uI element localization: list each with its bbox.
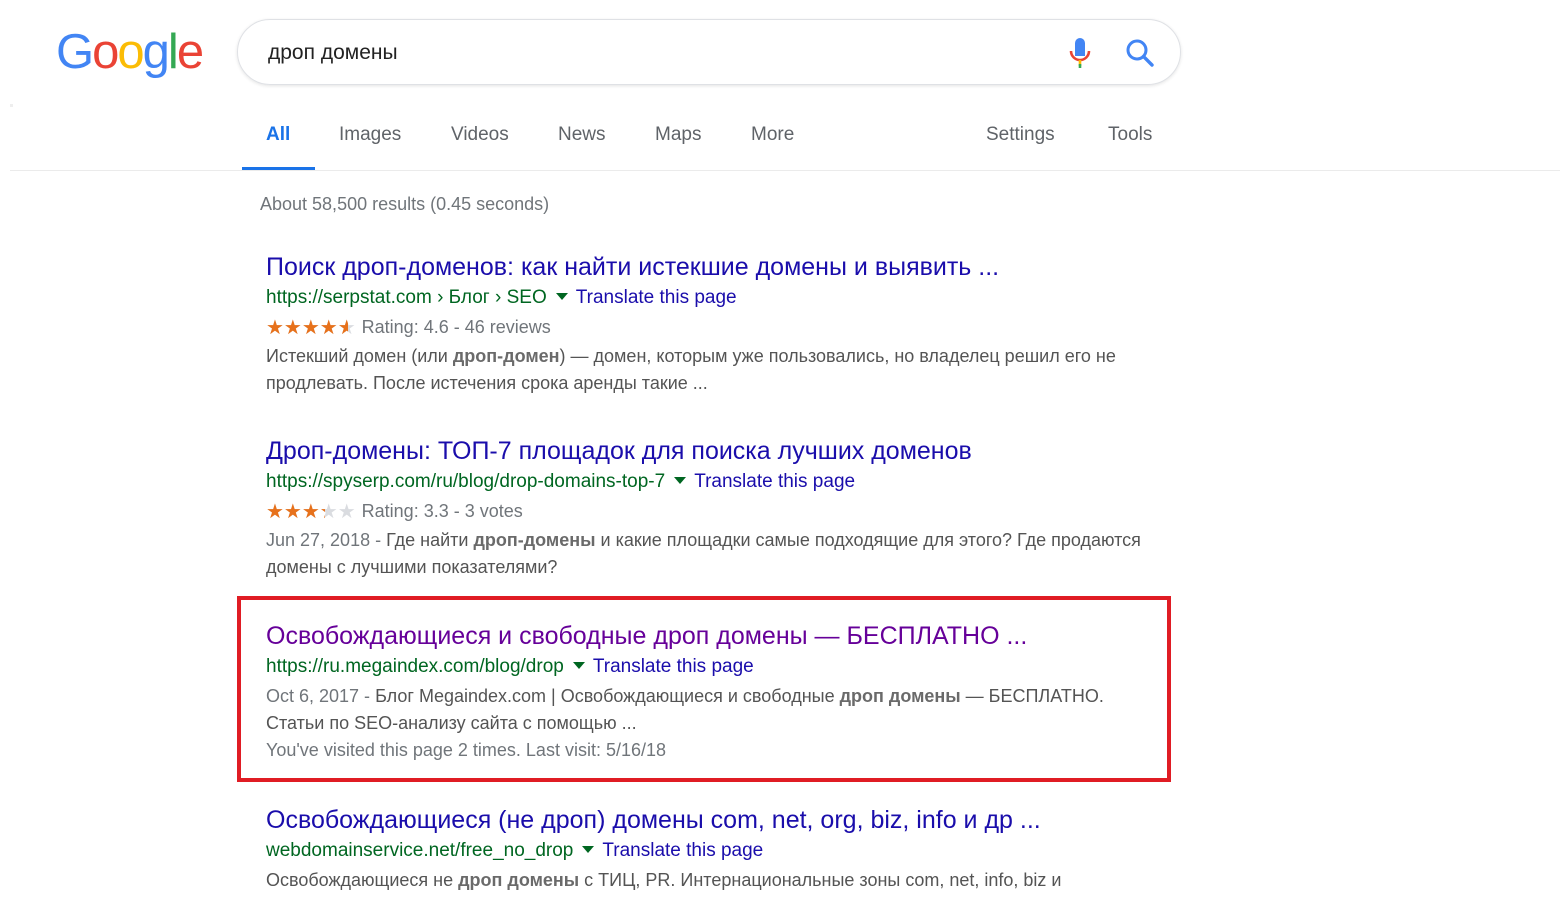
tab-settings[interactable]: Settings: [986, 124, 1055, 146]
result-snippet: Jun 27, 2018 - Где найти дроп-домены и к…: [266, 527, 1146, 581]
rating-stars: ★★★★★★★★★★: [266, 501, 356, 523]
annotation-highlight-box: [237, 596, 1171, 782]
result-url: https://spyserp.com/ru/blog/drop-domains…: [266, 471, 666, 492]
snippet-text: с ТИЦ, PR. Интернациональные зоны com, n…: [579, 870, 1062, 890]
translate-link[interactable]: Translate this page: [602, 840, 763, 861]
logo-letter: o: [92, 25, 119, 79]
result-url-line: https://serpstat.com › Блог › SEO Transla…: [266, 284, 1146, 312]
result-title-link[interactable]: Освобождающиеся (не дроп) домены com, ne…: [266, 803, 1146, 837]
snippet-text: Освобождающиеся не: [266, 870, 459, 890]
header-divider: [10, 170, 1560, 171]
tab-maps[interactable]: Maps: [655, 124, 701, 146]
translate-link[interactable]: Translate this page: [694, 471, 855, 492]
result-rating: ★★★★★★★★★★Rating: 3.3 - 3 votes: [266, 496, 1146, 527]
result-url: webdomainservice.net/free_no_drop: [266, 840, 574, 861]
result-date: Jun 27, 2018 -: [266, 530, 387, 550]
tab-images[interactable]: Images: [339, 124, 401, 146]
url-dropdown-arrow-icon[interactable]: [555, 292, 568, 300]
snippet-text: Где найти: [386, 530, 474, 550]
logo-letter: l: [167, 25, 179, 79]
rating-text: Rating: 3.3 - 3 votes: [361, 501, 523, 521]
search-icon[interactable]: [1124, 37, 1156, 69]
snippet-text: Истекший домен (или: [266, 346, 453, 366]
tab-videos[interactable]: Videos: [451, 124, 509, 146]
logo-letter: g: [142, 25, 170, 79]
tab-tools[interactable]: Tools: [1108, 124, 1152, 146]
decorative-dot: [10, 104, 13, 107]
microphone-icon[interactable]: [1067, 37, 1093, 69]
result-rating: ★★★★★ ★★★★★ Rating: 4.6 - 46 reviews: [266, 312, 1146, 343]
google-logo[interactable]: Google: [56, 24, 204, 80]
result-snippet: Истекший домен (или дроп-домен) — домен,…: [266, 343, 1146, 397]
snippet-highlight: дроп-домены: [473, 530, 596, 550]
search-input[interactable]: [268, 38, 1048, 68]
result-url-line: webdomainservice.net/free_no_drop Transla…: [266, 837, 1146, 865]
logo-letter: e: [176, 25, 204, 79]
tab-all[interactable]: All: [266, 124, 290, 146]
tab-news[interactable]: News: [558, 124, 606, 146]
snippet-highlight: дроп домены: [458, 870, 580, 890]
result-url-line: https://spyserp.com/ru/blog/drop-domains…: [266, 468, 1146, 496]
result-stats: About 58,500 results (0.45 seconds): [260, 194, 550, 214]
result-url: https://serpstat.com › Блог › SEO: [266, 287, 547, 308]
search-box[interactable]: [237, 19, 1181, 85]
search-result: Освобождающиеся (не дроп) домены com, ne…: [266, 803, 1146, 894]
translate-link[interactable]: Translate this page: [576, 287, 737, 308]
snippet-highlight: дроп-домен: [452, 346, 560, 366]
rating-text: Rating: 4.6 - 46 reviews: [361, 317, 551, 337]
result-snippet: Освобождающиеся не дроп домены с ТИЦ, PR…: [266, 867, 1146, 894]
tab-more[interactable]: More: [751, 124, 794, 146]
search-result: Дроп-домены: ТОП-7 площадок для поиска л…: [266, 434, 1146, 581]
search-result: Поиск дроп-доменов: как найти истекшие д…: [266, 250, 1146, 397]
url-dropdown-arrow-icon[interactable]: [674, 476, 687, 484]
logo-letter: o: [117, 25, 144, 79]
result-title-link[interactable]: Дроп-домены: ТОП-7 площадок для поиска л…: [266, 434, 1146, 468]
result-title-link[interactable]: Поиск дроп-доменов: как найти истекшие д…: [266, 250, 1146, 284]
logo-letter: G: [56, 25, 94, 79]
url-dropdown-arrow-icon[interactable]: [582, 845, 595, 853]
rating-stars: ★★★★★★★★★★: [266, 317, 356, 339]
search-tabs: All Images Videos News Maps More Setting…: [0, 120, 1560, 172]
